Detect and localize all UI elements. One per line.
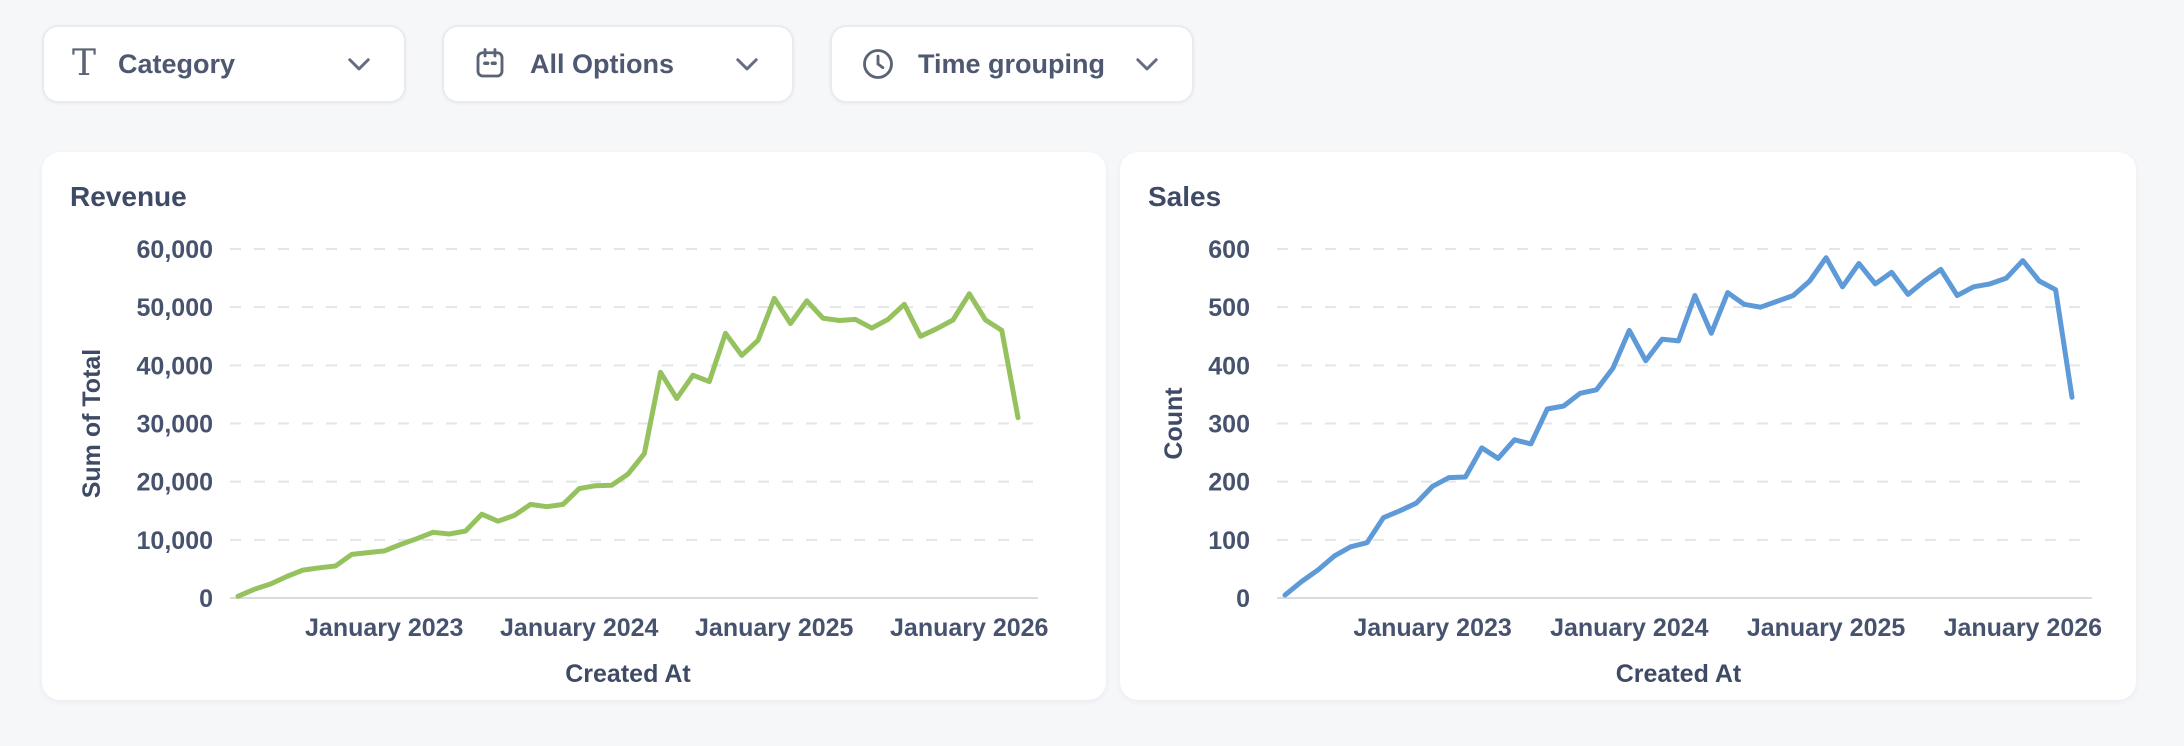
- filter-bar: T Category All Options Time grouping: [42, 25, 2184, 103]
- sales-chart-title: Sales: [1148, 180, 2108, 214]
- charts-row: Revenue 0 10,000 20,000 30,000 40,000 50,000 6…: [42, 152, 2184, 700]
- svg-text:Count: Count: [1160, 386, 1188, 459]
- svg-text:100: 100: [1208, 526, 1250, 554]
- calendar-icon: [472, 46, 508, 82]
- svg-text:January 2024: January 2024: [1550, 614, 1709, 642]
- chevron-down-icon: [730, 47, 764, 81]
- svg-text:January 2024: January 2024: [500, 614, 659, 642]
- time-grouping-filter-label: Time grouping: [918, 49, 1105, 80]
- svg-text:Created At: Created At: [565, 660, 691, 682]
- chevron-down-icon: [342, 47, 376, 81]
- svg-text:40,000: 40,000: [137, 352, 213, 380]
- svg-text:300: 300: [1208, 410, 1250, 438]
- clock-icon: [860, 46, 896, 82]
- sales-line-chart: 0 100 200 300 400 500 600 Count January 2023 Janu…: [1148, 222, 2108, 682]
- svg-text:January 2023: January 2023: [305, 614, 463, 642]
- chevron-down-icon: [1130, 47, 1164, 81]
- svg-text:50,000: 50,000: [137, 294, 213, 322]
- svg-text:Sum of Total: Sum of Total: [78, 348, 106, 498]
- svg-text:Created At: Created At: [1616, 660, 1742, 682]
- category-filter-label: Category: [118, 49, 235, 80]
- svg-text:200: 200: [1208, 468, 1250, 496]
- revenue-line-chart: 0 10,000 20,000 30,000 40,000 50,000 60,000 Sum…: [70, 222, 1078, 682]
- revenue-chart-card: Revenue 0 10,000 20,000 30,000 40,000 50,000 6…: [42, 152, 1106, 700]
- svg-text:20,000: 20,000: [137, 468, 213, 496]
- svg-text:January 2023: January 2023: [1353, 614, 1511, 642]
- svg-text:January 2026: January 2026: [890, 614, 1048, 642]
- svg-text:30,000: 30,000: [137, 410, 213, 438]
- svg-text:0: 0: [1236, 585, 1250, 613]
- svg-text:January 2025: January 2025: [1747, 614, 1906, 642]
- options-filter-dropdown[interactable]: All Options: [442, 25, 794, 103]
- sales-chart-card: Sales 0 100 200 300 400 500 600 Count January 20…: [1120, 152, 2136, 700]
- revenue-chart-title: Revenue: [70, 180, 1078, 214]
- options-filter-label: All Options: [530, 49, 674, 80]
- time-grouping-filter-dropdown[interactable]: Time grouping: [830, 25, 1194, 103]
- dashboard-page: T Category All Options Time grouping: [0, 0, 2184, 700]
- svg-text:400: 400: [1208, 352, 1250, 380]
- svg-text:600: 600: [1208, 236, 1250, 264]
- svg-text:January 2025: January 2025: [695, 614, 854, 642]
- svg-text:500: 500: [1208, 294, 1250, 322]
- svg-text:60,000: 60,000: [137, 236, 213, 264]
- svg-text:January 2026: January 2026: [1944, 614, 2102, 642]
- text-type-icon: T: [72, 46, 96, 82]
- svg-text:10,000: 10,000: [137, 526, 213, 554]
- svg-text:0: 0: [199, 585, 213, 613]
- category-filter-dropdown[interactable]: T Category: [42, 25, 406, 103]
